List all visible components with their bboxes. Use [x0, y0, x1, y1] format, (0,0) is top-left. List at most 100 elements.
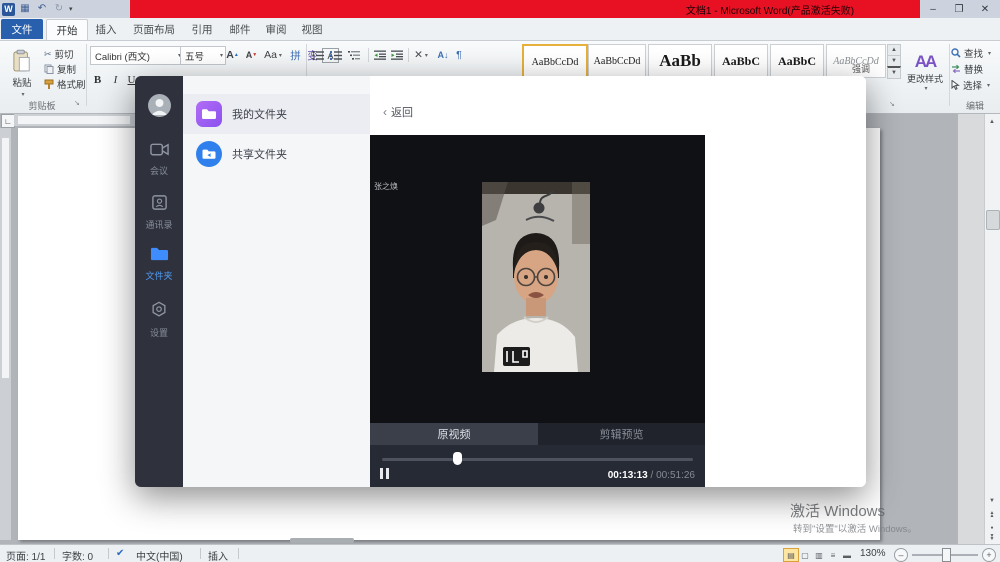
sidebar-item-meeting[interactable]: 会议 [135, 142, 183, 177]
scroll-down-icon[interactable]: ▼ [985, 494, 999, 507]
vertical-ruler[interactable] [0, 128, 11, 540]
seek-handle[interactable] [453, 452, 462, 465]
maximize-button[interactable]: ❐ [946, 0, 972, 18]
screen: W ▦ ↶ ↻ ▾ 文档1 - Microsoft Word(产品激活失败) –… [0, 0, 1000, 562]
draft-view-icon[interactable]: ▬ [839, 548, 855, 562]
multilevel-list-button[interactable] [346, 47, 362, 63]
style-no-spacing[interactable]: AaBbCcDd [588, 44, 646, 78]
seek-bar[interactable] [382, 458, 693, 461]
replace-button[interactable]: 替换 [951, 62, 983, 76]
tab-original-video[interactable]: 原视频 [370, 423, 538, 445]
bullet-list-icon [312, 50, 324, 61]
asian-layout-button[interactable]: ✕▾ [412, 47, 430, 63]
asian-layout-icon: ✕ [414, 49, 423, 61]
back-button[interactable]: ‹ 返回 [383, 104, 413, 120]
previous-page-icon[interactable]: ▲▲ [985, 508, 999, 521]
asian-layout-dropdown-icon: ▾ [425, 52, 428, 59]
redo-icon[interactable]: ↻ [52, 0, 66, 18]
grow-font-button[interactable]: A▲ [224, 47, 241, 63]
vertical-scrollbar[interactable] [984, 113, 1000, 544]
paste-button[interactable]: 粘贴 ▾ [4, 44, 40, 102]
style-heading1[interactable]: AaBb [648, 44, 712, 78]
my-folder-icon [196, 101, 222, 127]
minimize-button[interactable]: – [920, 0, 946, 18]
tab-home[interactable]: 开始 [46, 19, 88, 40]
styles-dialog-launcher-icon[interactable]: ↘ [889, 100, 895, 108]
speaker-portrait [482, 182, 590, 372]
player-controls: 00:13:13 / 00:51:26 [370, 445, 705, 487]
sort-button[interactable]: A↓ [434, 47, 452, 63]
zoom-out-icon[interactable]: – [894, 548, 908, 562]
folder-list-panel: 我的文件夹 共享文件夹 [183, 76, 370, 487]
style-title[interactable]: AaBbC [770, 44, 824, 78]
sidebar-item-contacts[interactable]: 通讯录 [135, 194, 183, 231]
bold-button[interactable]: B [90, 74, 105, 86]
bullet-list-button[interactable] [310, 47, 326, 63]
change-case-button[interactable]: Aa▾ [263, 47, 283, 63]
avatar[interactable] [148, 94, 171, 117]
font-size-combo[interactable]: 五号 ▾ [180, 46, 226, 65]
font-family-combo[interactable]: Calibri (西文) ▾ [90, 46, 184, 65]
tab-mailings[interactable]: 邮件 [222, 19, 258, 39]
list-item-shared-folder[interactable]: 共享文件夹 [183, 134, 370, 174]
paste-label: 粘贴 [12, 75, 31, 89]
style-heading2[interactable]: AaBbC [714, 44, 768, 78]
find-button[interactable]: 查找 ▾ [951, 46, 991, 60]
meeting-app-window: 会议 通讯录 文件夹 设置 [135, 76, 866, 487]
numbered-list-button[interactable] [328, 47, 344, 63]
video-player[interactable]: 张之焕 [370, 135, 705, 423]
decrease-indent-button[interactable] [372, 47, 387, 63]
qat-dropdown-icon[interactable]: ▾ [69, 5, 73, 13]
pause-button[interactable] [380, 468, 389, 479]
change-styles-button[interactable]: AA 更改样式 ▾ [903, 44, 947, 100]
shrink-font-button[interactable]: A▼ [243, 47, 260, 63]
time-display: 00:13:13 / 00:51:26 [608, 470, 695, 481]
language-indicator[interactable]: 中文(中国) [136, 548, 183, 562]
page-count[interactable]: 页面: 1/1 [6, 548, 45, 562]
scroll-up-icon[interactable]: ▲ [985, 115, 999, 128]
show-marks-button[interactable]: ¶ [452, 47, 466, 63]
select-button[interactable]: 选择 ▾ [951, 78, 990, 92]
cut-button[interactable]: ✂ 剪切 [44, 47, 74, 61]
workspace-gutter [958, 113, 984, 544]
increase-indent-button[interactable] [389, 47, 404, 63]
tab-insert[interactable]: 插入 [88, 19, 124, 39]
style-gallery-more-icon[interactable]: ▼ [887, 66, 901, 79]
tab-file[interactable]: 文件 [1, 19, 43, 39]
list-item-my-folder[interactable]: 我的文件夹 [183, 94, 370, 134]
tab-review[interactable]: 审阅 [258, 19, 294, 39]
word-count[interactable]: 字数: 0 [62, 548, 93, 562]
zoom-level[interactable]: 130% [860, 548, 886, 559]
tab-view[interactable]: 视图 [294, 19, 330, 39]
tab-clip-preview[interactable]: 剪辑预览 [538, 423, 705, 445]
close-button[interactable]: ✕ [972, 0, 998, 18]
word-logo-icon[interactable]: W [2, 3, 15, 16]
save-icon[interactable]: ▦ [18, 0, 32, 18]
next-page-icon[interactable]: ▼▼ [985, 531, 999, 544]
style-normal[interactable]: AaBbCcDd [522, 44, 588, 80]
font-family-value: Calibri (西文) [95, 49, 150, 63]
scrollbar-thumb[interactable] [986, 210, 1000, 230]
app-sidebar: 会议 通讯录 文件夹 设置 [135, 76, 183, 487]
tab-selector[interactable]: ∟ [1, 114, 15, 128]
spellcheck-icon[interactable]: ✔ [116, 548, 124, 559]
italic-button[interactable]: I [108, 74, 123, 86]
tab-page-layout[interactable]: 页面布局 [126, 19, 182, 39]
horizontal-scrollbar-thumb[interactable] [290, 538, 354, 543]
zoom-in-icon[interactable]: + [982, 548, 996, 562]
undo-icon[interactable]: ↶ [35, 0, 49, 18]
word-titlebar: W ▦ ↶ ↻ ▾ 文档1 - Microsoft Word(产品激活失败) –… [0, 0, 1000, 18]
sidebar-item-settings[interactable]: 设置 [135, 301, 183, 339]
tab-references[interactable]: 引用 [184, 19, 220, 39]
sidebar-item-folders[interactable]: 文件夹 [135, 246, 183, 282]
zoom-slider-thumb[interactable] [942, 548, 951, 562]
format-painter-button[interactable]: 格式刷 [44, 77, 86, 91]
copy-button[interactable]: 复制 [44, 62, 76, 76]
change-styles-dropdown-icon: ▾ [924, 85, 927, 92]
clipboard-dialog-launcher-icon[interactable]: ↘ [74, 99, 80, 107]
speaker-name: 张之焕 [374, 181, 398, 192]
horizontal-ruler[interactable] [14, 114, 135, 126]
ribbon-tab-row: 文件 开始 插入 页面布局 引用 邮件 审阅 视图 [0, 18, 1000, 41]
phonetic-guide-icon[interactable]: 拼 [288, 47, 303, 63]
insert-mode[interactable]: 插入 [208, 548, 228, 562]
